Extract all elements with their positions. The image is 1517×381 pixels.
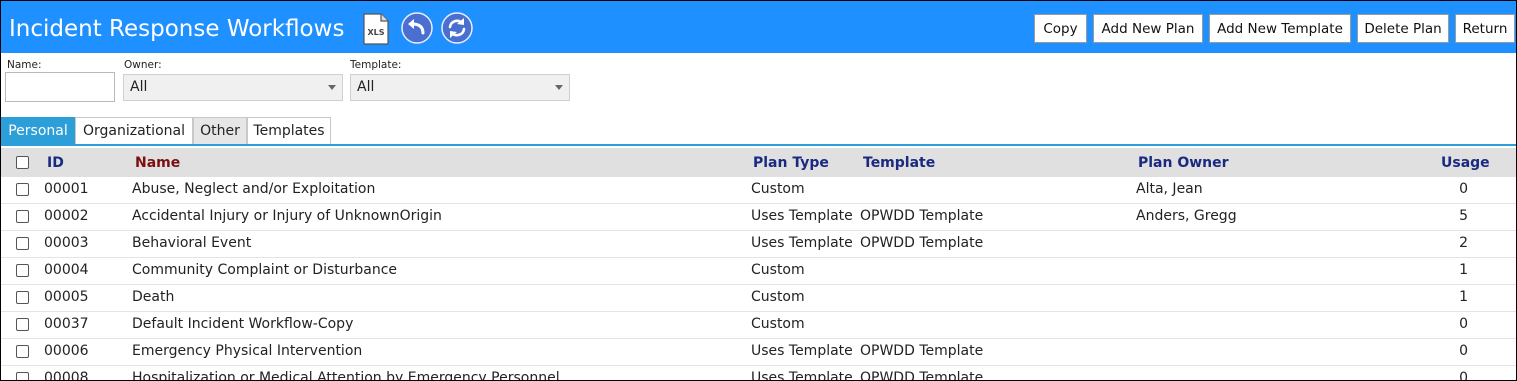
- tab-other[interactable]: Other: [193, 117, 247, 144]
- row-plan-type: Custom: [751, 181, 805, 197]
- row-usage: 0: [1459, 343, 1468, 359]
- table-row[interactable]: 00001 Abuse, Neglect and/or Exploitation…: [1, 177, 1516, 204]
- xls-icon-text: XLS: [367, 28, 384, 37]
- table-row[interactable]: 00003 Behavioral Event Uses Template OPW…: [1, 231, 1516, 258]
- row-template: OPWDD Template: [860, 343, 984, 359]
- row-owner: Alta, Jean: [1136, 181, 1203, 197]
- row-checkbox[interactable]: [16, 345, 29, 358]
- header-bar: Incident Response Workflows XLS Copy Add…: [1, 1, 1516, 53]
- tab-personal[interactable]: Personal: [1, 117, 75, 144]
- template-filter-label: Template:: [350, 59, 402, 71]
- row-plan-type: Custom: [751, 262, 805, 278]
- add-new-template-button[interactable]: Add New Template: [1209, 14, 1351, 43]
- row-checkbox[interactable]: [16, 291, 29, 304]
- row-usage: 1: [1459, 289, 1468, 305]
- row-checkbox[interactable]: [16, 372, 29, 380]
- owner-filter-value: All: [130, 79, 148, 95]
- row-template: OPWDD Template: [860, 370, 984, 381]
- table-row[interactable]: 00006 Emergency Physical Intervention Us…: [1, 339, 1516, 366]
- tab-organizational[interactable]: Organizational: [75, 117, 193, 144]
- row-template: OPWDD Template: [860, 235, 984, 251]
- table-row[interactable]: 00002 Accidental Injury or Injury of Unk…: [1, 204, 1516, 231]
- row-name: Death: [132, 289, 175, 305]
- row-owner: Anders, Gregg: [1136, 208, 1237, 224]
- return-button[interactable]: Return: [1455, 14, 1515, 43]
- xls-export-icon[interactable]: XLS: [362, 13, 390, 45]
- refresh-icon[interactable]: [441, 12, 473, 44]
- page-title: Incident Response Workflows: [9, 16, 345, 42]
- row-plan-type: Uses Template: [751, 208, 853, 224]
- row-id: 00002: [44, 208, 89, 224]
- row-usage: 0: [1459, 181, 1468, 197]
- row-plan-type: Custom: [751, 316, 805, 332]
- column-header-name[interactable]: Name: [135, 155, 180, 171]
- column-header-plan-owner[interactable]: Plan Owner: [1138, 155, 1229, 171]
- row-name: Default Incident Workflow-Copy: [132, 316, 354, 332]
- owner-filter-select[interactable]: All: [123, 74, 343, 101]
- row-plan-type: Custom: [751, 289, 805, 305]
- chevron-down-icon: [555, 85, 563, 90]
- row-name: Community Complaint or Disturbance: [132, 262, 398, 278]
- row-usage: 0: [1459, 316, 1468, 332]
- table-row[interactable]: 00005 Death Custom 1: [1, 285, 1516, 312]
- row-id: 00001: [44, 181, 89, 197]
- tab-templates[interactable]: Templates: [247, 117, 331, 144]
- row-usage: 5: [1459, 208, 1468, 224]
- row-checkbox[interactable]: [16, 264, 29, 277]
- column-header-plan-type[interactable]: Plan Type: [753, 155, 829, 171]
- name-filter-input[interactable]: [5, 72, 115, 102]
- tab-underline: [1, 144, 1516, 146]
- table-row[interactable]: 00004 Community Complaint or Disturbance…: [1, 258, 1516, 285]
- row-usage: 0: [1459, 370, 1468, 381]
- row-usage: 1: [1459, 262, 1468, 278]
- row-template: OPWDD Template: [860, 208, 984, 224]
- row-id: 00003: [44, 235, 89, 251]
- table-row[interactable]: 00037 Default Incident Workflow-Copy Cus…: [1, 312, 1516, 339]
- delete-plan-button[interactable]: Delete Plan: [1357, 14, 1449, 43]
- column-header-template[interactable]: Template: [863, 155, 935, 171]
- template-filter-select[interactable]: All: [350, 74, 570, 101]
- undo-icon[interactable]: [401, 12, 433, 44]
- add-new-plan-button[interactable]: Add New Plan: [1093, 14, 1203, 43]
- name-filter-label: Name:: [7, 59, 42, 71]
- row-id: 00006: [44, 343, 89, 359]
- row-plan-type: Uses Template: [751, 235, 853, 251]
- row-checkbox[interactable]: [16, 237, 29, 250]
- row-id: 00005: [44, 289, 89, 305]
- row-name: Behavioral Event: [132, 235, 252, 251]
- row-checkbox[interactable]: [16, 318, 29, 331]
- select-all-checkbox[interactable]: [16, 156, 29, 169]
- owner-filter-label: Owner:: [124, 59, 162, 71]
- row-name: Accidental Injury or Injury of UnknownOr…: [132, 208, 442, 224]
- column-header-usage[interactable]: Usage: [1441, 155, 1490, 171]
- column-header-id[interactable]: ID: [47, 155, 64, 171]
- template-filter-value: All: [357, 79, 375, 95]
- app-window: Incident Response Workflows XLS Copy Add…: [0, 0, 1517, 381]
- row-plan-type: Uses Template: [751, 343, 853, 359]
- row-plan-type: Uses Template: [751, 370, 853, 381]
- row-checkbox[interactable]: [16, 210, 29, 223]
- table-header: ID Name Plan Type Template Plan Owner Us…: [1, 148, 1516, 177]
- row-name: Hospitalization or Medical Attention by …: [132, 370, 560, 381]
- row-id: 00037: [44, 316, 89, 332]
- row-id: 00004: [44, 262, 89, 278]
- table-row[interactable]: 00008 Hospitalization or Medical Attenti…: [1, 366, 1516, 381]
- row-name: Abuse, Neglect and/or Exploitation: [132, 181, 376, 197]
- row-checkbox[interactable]: [16, 183, 29, 196]
- row-name: Emergency Physical Intervention: [132, 343, 363, 359]
- copy-button[interactable]: Copy: [1034, 14, 1087, 43]
- chevron-down-icon: [328, 85, 336, 90]
- row-id: 00008: [44, 370, 89, 381]
- row-usage: 2: [1459, 235, 1468, 251]
